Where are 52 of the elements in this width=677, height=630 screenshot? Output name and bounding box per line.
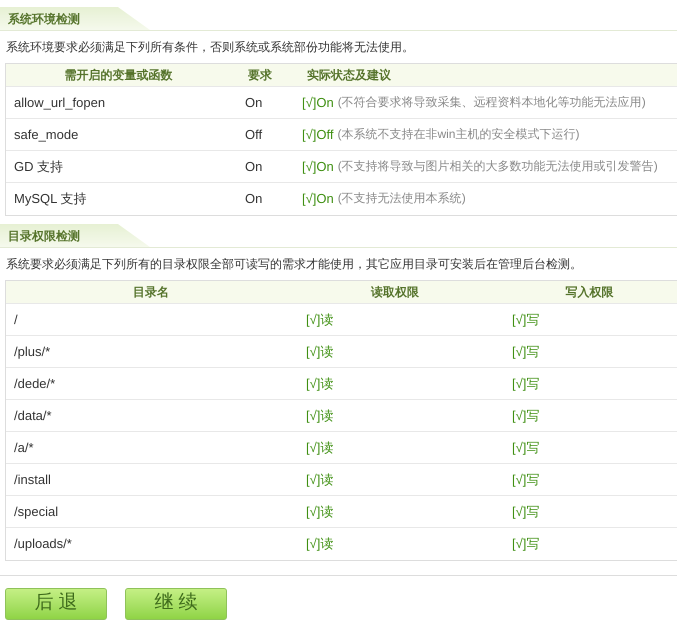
section-title: 目录权限检测 — [8, 228, 80, 244]
column-header: 写入权限 — [566, 285, 614, 299]
status-text: [√]写 — [512, 536, 540, 552]
nav-button[interactable]: 后 退 — [5, 588, 107, 620]
column-header: 实际状态及建议 — [307, 68, 391, 82]
table-cell: /install — [14, 472, 51, 487]
status-text: [√]读 — [306, 376, 334, 391]
section-title: 系统环境检测 — [8, 10, 80, 28]
column-header: 需开启的变量或函数 — [64, 68, 172, 82]
status-note: (本系统不支持在非win主机的安全模式下运行) — [337, 126, 580, 143]
description-text: 系统要求必须满足下列所有的目录权限全部可读写的需求才能使用，其它应用目录可安装后在管理后台检测。 — [6, 256, 582, 273]
table-cell: /dede/* — [14, 376, 56, 391]
status-text: [√]写 — [512, 408, 540, 423]
status-text: [√]读 — [306, 536, 334, 552]
table-cell: GD 支持 — [14, 158, 64, 174]
status-note: (不支持将导致与图片相关的大多数功能无法使用或引发警告) — [338, 158, 658, 175]
status-text: [√]读 — [306, 440, 334, 455]
table-cell: On — [245, 94, 262, 110]
status-text: [√]写 — [512, 376, 540, 391]
table-cell: MySQL 支持 — [14, 191, 86, 206]
status-text: [√]读 — [306, 312, 334, 327]
column-header: 读取权限 — [371, 285, 419, 299]
status-text: [√]写 — [512, 312, 540, 327]
status-text: [√]写 — [512, 472, 540, 487]
column-header: 目录名 — [133, 285, 169, 299]
table-cell: On — [245, 191, 262, 206]
status-text: [√]读 — [306, 504, 334, 519]
status-text: [√]读 — [306, 344, 334, 359]
status-text: [√]读 — [306, 472, 334, 487]
table-cell: /uploads/* — [14, 536, 72, 552]
status-note: (不支持无法使用本系统) — [338, 190, 466, 208]
status-text: [√]写 — [512, 440, 540, 455]
table-cell: On — [245, 158, 262, 174]
table-cell: safe_mode — [14, 126, 78, 142]
status-text: [√]On — [302, 158, 334, 176]
table-cell: /plus/* — [14, 344, 50, 359]
table-cell: /a/* — [14, 440, 34, 455]
column-header: 要求 — [248, 68, 272, 82]
description-text: 系统环境要求必须满足下列所有条件，否则系统或系统部份功能将无法使用。 — [6, 39, 414, 56]
status-text: [√]读 — [306, 408, 334, 423]
table-cell: allow_url_fopen — [14, 94, 106, 110]
status-note: (不符合要求将导致采集、远程资料本地化等功能无法应用) — [338, 94, 646, 111]
status-text: [√]Off — [302, 126, 334, 144]
table-cell: Off — [245, 126, 262, 142]
status-text: [√]写 — [512, 504, 540, 519]
nav-button[interactable]: 继 续 — [125, 588, 227, 620]
table-cell: /special — [14, 504, 58, 519]
status-text: [√]On — [302, 94, 334, 112]
table-cell: /data/* — [14, 408, 52, 423]
status-text: [√]写 — [512, 344, 540, 359]
table-cell: / — [14, 312, 18, 327]
status-text: [√]On — [302, 190, 334, 208]
